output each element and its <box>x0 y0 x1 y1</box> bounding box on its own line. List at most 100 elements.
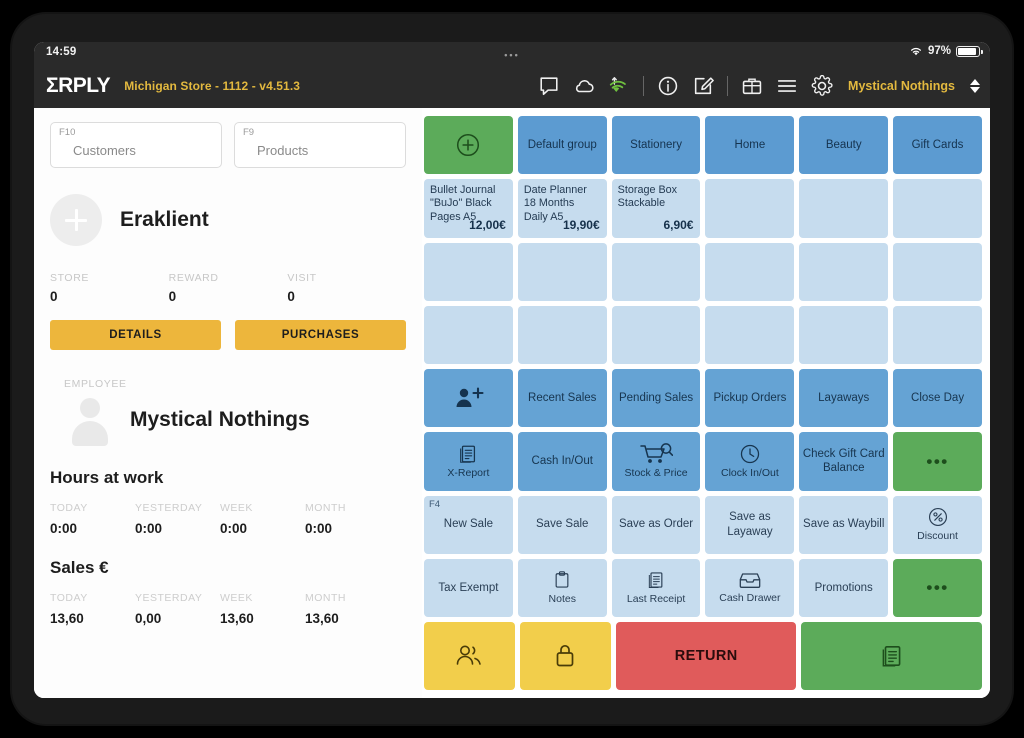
customers-placeholder: Customers <box>73 143 136 158</box>
employee-row[interactable]: Mystical Nothings <box>50 394 406 446</box>
lock-icon <box>553 642 577 670</box>
empty-tile[interactable] <box>705 305 795 364</box>
empty-tile[interactable] <box>893 179 982 238</box>
search-row: F10 Customers F9 Products <box>50 122 406 168</box>
more-functions-button-1[interactable]: ••• <box>893 432 982 491</box>
empty-tile[interactable] <box>517 242 607 301</box>
lock-button[interactable] <box>519 622 611 690</box>
current-user-name[interactable]: Mystical Nothings <box>848 79 955 93</box>
user-switch-stepper-icon[interactable] <box>970 79 980 93</box>
empty-tile[interactable] <box>424 242 513 301</box>
hours-month-value: 0:00 <box>305 521 333 536</box>
product-price: 6,90€ <box>663 217 694 232</box>
sales-month-value: 13,60 <box>305 611 339 626</box>
search-input-products[interactable]: F9 Products <box>234 122 406 168</box>
discount-button[interactable]: Discount <box>893 495 982 554</box>
cloud-icon[interactable] <box>573 75 595 97</box>
cash-in-out-button[interactable]: Cash In/Out <box>517 432 607 491</box>
empty-row <box>424 242 982 301</box>
empty-tile[interactable] <box>893 305 982 364</box>
last-receipt-button[interactable]: Last Receipt <box>611 558 701 617</box>
pending-sales-button[interactable]: Pending Sales <box>611 369 701 428</box>
add-customer-avatar-icon[interactable] <box>50 194 102 246</box>
chat-icon[interactable] <box>538 75 560 97</box>
stat-visit: VISIT 0 <box>287 272 406 304</box>
fkey-label-f10: F10 <box>59 127 76 138</box>
edit-icon[interactable] <box>692 75 714 97</box>
wifi-icon <box>909 45 923 57</box>
product-groups-row: Default group Stationery Home Beauty Gif… <box>424 116 982 175</box>
details-button[interactable]: DETAILS <box>50 320 221 350</box>
sales-week: WEEK 13,60 <box>220 592 305 626</box>
users-button[interactable] <box>424 622 515 690</box>
promotions-button[interactable]: Promotions <box>799 558 889 617</box>
more-functions-button-2[interactable]: ••• <box>893 558 982 617</box>
receipt-icon <box>646 569 666 591</box>
save-as-order-button[interactable]: Save as Order <box>611 495 701 554</box>
menu-icon[interactable] <box>776 75 798 97</box>
empty-tile[interactable] <box>799 242 889 301</box>
info-icon[interactable] <box>657 75 679 97</box>
x-report-button[interactable]: X-Report <box>424 432 513 491</box>
product-name: Storage Box Stackable <box>617 184 678 210</box>
return-button[interactable]: RETURN <box>615 622 797 690</box>
group-tile-default-group[interactable]: Default group <box>517 116 607 175</box>
product-tile[interactable]: Storage Box Stackable 6,90€ <box>611 179 701 238</box>
empty-tile[interactable] <box>611 242 701 301</box>
stat-visit-value: 0 <box>287 289 295 304</box>
search-input-customers[interactable]: F10 Customers <box>50 122 222 168</box>
empty-tile[interactable] <box>611 305 701 364</box>
products-row: Bullet Journal "BuJo" Black Pages A5 12,… <box>424 179 982 238</box>
stock-price-button[interactable]: Stock & Price <box>611 432 701 491</box>
hours-week-label: WEEK <box>220 502 253 514</box>
pickup-orders-button[interactable]: Pickup Orders <box>705 369 795 428</box>
empty-tile[interactable] <box>799 179 889 238</box>
recent-sales-button[interactable]: Recent Sales <box>517 369 607 428</box>
add-customer-icon <box>451 386 485 410</box>
add-customer-button[interactable] <box>424 369 513 428</box>
wifi-sync-icon[interactable] <box>608 75 630 97</box>
hours-today: TODAY 0:00 <box>50 502 135 536</box>
empty-tile[interactable] <box>799 305 889 364</box>
tax-exempt-button[interactable]: Tax Exempt <box>424 558 513 617</box>
receipt-button[interactable] <box>801 622 982 690</box>
group-tile-home[interactable]: Home <box>705 116 795 175</box>
empty-tile[interactable] <box>893 242 982 301</box>
new-sale-button[interactable]: F4 New Sale <box>424 495 513 554</box>
multitask-handle-icon[interactable]: ••• <box>504 50 519 60</box>
group-tile-stationery[interactable]: Stationery <box>611 116 701 175</box>
clock-in-out-button[interactable]: Clock In/Out <box>705 432 795 491</box>
cash-drawer-button[interactable]: Cash Drawer <box>705 558 795 617</box>
status-time: 14:59 <box>46 46 77 58</box>
empty-tile[interactable] <box>424 305 513 364</box>
hours-month-label: MONTH <box>305 502 346 514</box>
product-tile[interactable]: Bullet Journal "BuJo" Black Pages A5 12,… <box>424 179 513 238</box>
product-tile[interactable]: Date Planner 18 Months Daily A5 19,90€ <box>517 179 607 238</box>
briefcase-icon[interactable] <box>741 75 763 97</box>
function-row-4: Tax Exempt Notes Last Receipt Cash Drawe… <box>424 558 982 617</box>
empty-tile[interactable] <box>517 305 607 364</box>
purchases-button[interactable]: PURCHASES <box>235 320 406 350</box>
battery-percent: 97% <box>927 45 951 57</box>
check-gift-card-balance-button[interactable]: Check Gift Card Balance <box>799 432 889 491</box>
save-as-layaway-button[interactable]: Save as Layaway <box>705 495 795 554</box>
save-as-waybill-button[interactable]: Save as Waybill <box>799 495 889 554</box>
empty-tile[interactable] <box>705 242 795 301</box>
empty-tile[interactable] <box>705 179 795 238</box>
hours-today-label: TODAY <box>50 502 88 514</box>
store-label: Michigan Store - 1112 - v4.51.3 <box>124 79 301 93</box>
hours-yesterday-label: YESTERDAY <box>135 502 203 514</box>
group-tile-beauty[interactable]: Beauty <box>799 116 889 175</box>
stat-reward: REWARD 0 <box>169 272 288 304</box>
group-tile-gift-cards[interactable]: Gift Cards <box>893 116 982 175</box>
hours-week-value: 0:00 <box>220 521 248 536</box>
close-day-button[interactable]: Close Day <box>893 369 982 428</box>
add-group-button[interactable] <box>424 116 513 175</box>
save-sale-button[interactable]: Save Sale <box>517 495 607 554</box>
sales-yesterday-value: 0,00 <box>135 611 162 626</box>
layaways-button[interactable]: Layaways <box>799 369 889 428</box>
product-price: 12,00€ <box>469 217 506 232</box>
notes-button[interactable]: Notes <box>517 558 607 617</box>
gear-icon[interactable] <box>811 75 833 97</box>
customer-row[interactable]: Eraklient <box>50 194 406 246</box>
